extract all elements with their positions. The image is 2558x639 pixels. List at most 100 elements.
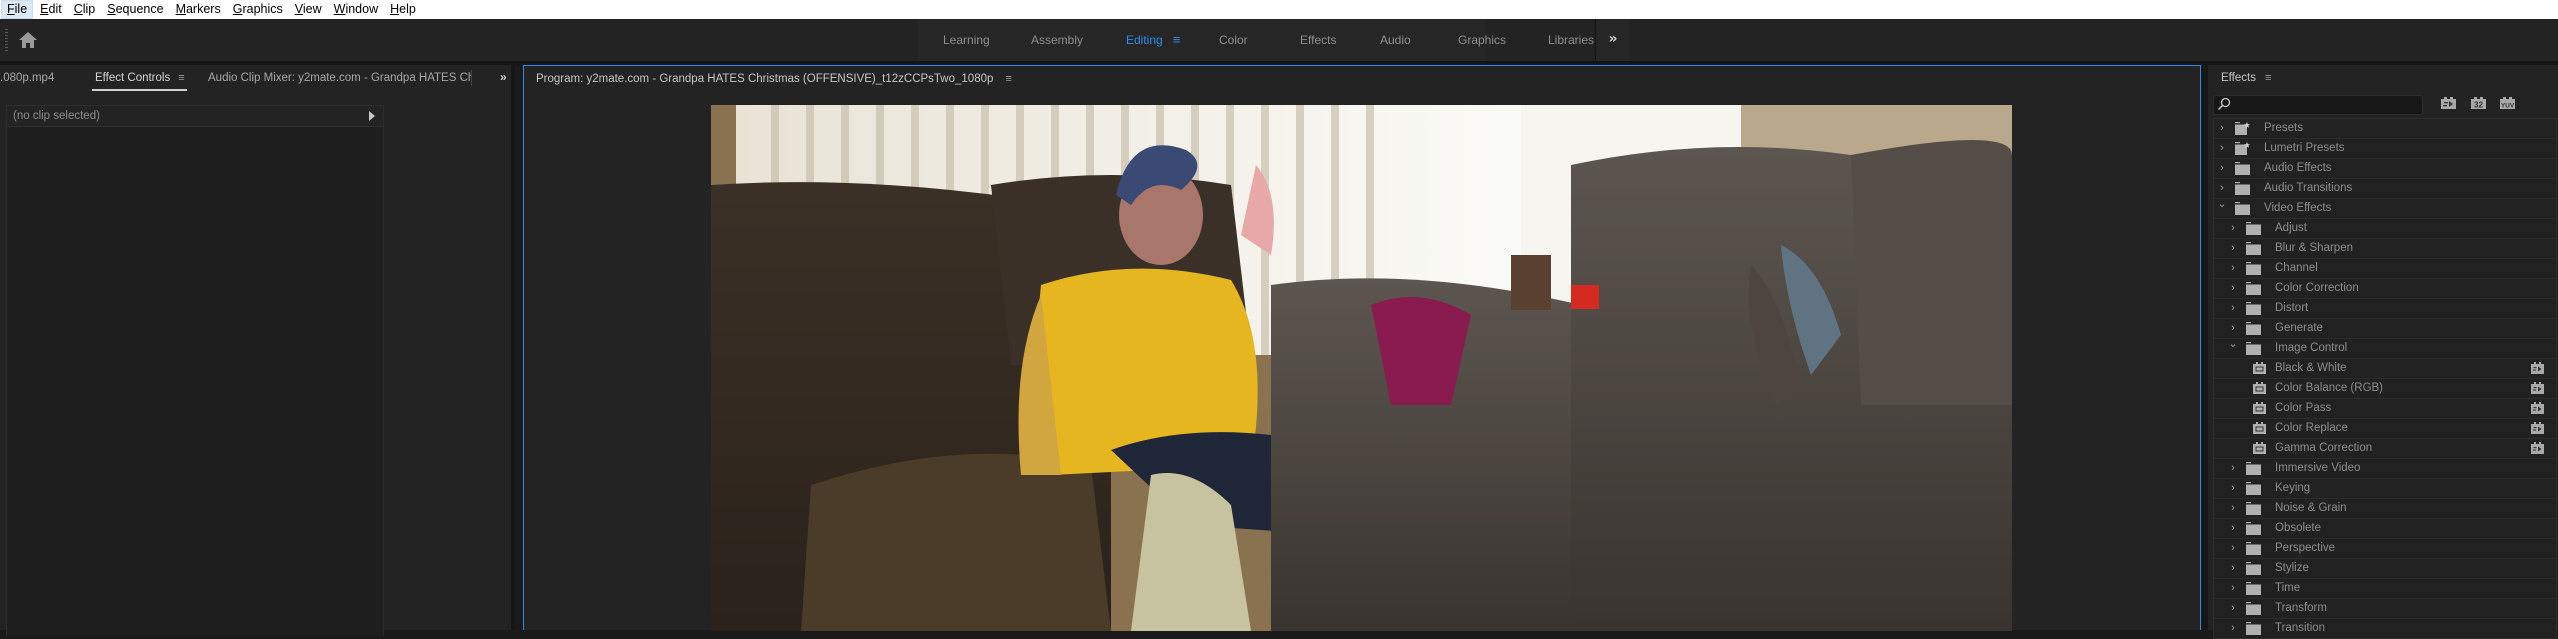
tab-effect-controls-label: Effect Controls [95, 72, 171, 84]
chevron-right-icon[interactable]: › [2228, 299, 2238, 318]
panel-menu-icon[interactable]: ≡ [1005, 73, 1011, 85]
workspace-tab-effects[interactable]: Effects [1300, 19, 1336, 61]
menu-markers[interactable]: Markers [171, 0, 226, 19]
video-frame-image [711, 105, 2012, 631]
effects-search-field[interactable] [2213, 95, 2423, 115]
chevron-right-icon[interactable]: › [2217, 139, 2227, 158]
effect-label: Transform [2275, 602, 2327, 614]
effect-folder[interactable]: › Keying [2214, 479, 2556, 499]
play-triangle-icon[interactable] [369, 111, 375, 121]
workspace-tab-editing[interactable]: Editing ≡ [1126, 19, 1180, 61]
effect-folder[interactable]: › Color Correction [2214, 279, 2556, 299]
chevron-right-icon[interactable]: › [2217, 119, 2227, 138]
menu-view[interactable]: View [290, 0, 327, 19]
chevron-right-icon[interactable]: › [2228, 279, 2238, 298]
tab-audio-clip-mixer[interactable]: Audio Clip Mixer: y2mate.com - Grandpa H… [208, 65, 471, 91]
chevron-right-icon[interactable]: › [2228, 619, 2238, 638]
workspace-tab-color[interactable]: Color [1219, 19, 1248, 61]
workspace-tab-label: Libraries [1548, 33, 1595, 47]
workspace-tab-graphics[interactable]: Graphics [1458, 19, 1506, 61]
effect-item[interactable]: Color Balance (RGB) [2214, 379, 2556, 399]
effect-folder[interactable]: › Channel [2214, 259, 2556, 279]
chevron-right-icon[interactable]: › [2228, 259, 2238, 278]
chevron-right-icon[interactable]: › [2228, 599, 2238, 618]
effect-folder[interactable]: › Lumetri Presets [2214, 139, 2556, 159]
effect-folder[interactable]: › Presets [2214, 119, 2556, 139]
yuv-filter-icon[interactable]: YUV [2499, 96, 2516, 110]
tab-effect-controls[interactable]: Effect Controls ≡ [92, 65, 187, 91]
folder-icon [2246, 242, 2261, 255]
folder-icon [2246, 522, 2261, 535]
chevron-down-icon[interactable]: ⌄ [2228, 335, 2238, 354]
effect-folder[interactable]: › Stylize [2214, 559, 2556, 579]
workspace-menu-icon[interactable]: ≡ [1173, 32, 1181, 47]
program-monitor-panel: Program: y2mate.com - Grandpa HATES Chri… [523, 65, 2201, 631]
effect-folder[interactable]: › Blur & Sharpen [2214, 239, 2556, 259]
effect-item[interactable]: Color Replace [2214, 419, 2556, 439]
search-icon [2217, 97, 2231, 111]
chevron-right-icon[interactable]: › [2228, 539, 2238, 558]
folder-icon [2246, 602, 2261, 615]
panel-divider[interactable] [2201, 65, 2208, 630]
effect-folder[interactable]: › Perspective [2214, 539, 2556, 559]
32-bit-color-filter-icon[interactable]: 32 [2470, 96, 2487, 110]
chevron-right-icon[interactable]: › [2228, 459, 2238, 478]
effect-folder[interactable]: › Audio Transitions [2214, 179, 2556, 199]
effect-folder[interactable]: › Noise & Grain [2214, 499, 2556, 519]
chevron-right-icon[interactable]: › [2228, 559, 2238, 578]
menu-clip[interactable]: Clip [69, 0, 101, 19]
panel-divider[interactable] [511, 65, 515, 630]
home-icon[interactable] [17, 29, 39, 51]
chevron-down-icon[interactable]: ⌄ [2217, 195, 2227, 214]
effects-panel: Effects ≡ 32 YUV › Presets › Lumetri Presets… [2208, 65, 2558, 639]
effect-folder[interactable]: › Audio Effects [2214, 159, 2556, 179]
menu-window[interactable]: Window [329, 0, 383, 19]
video-frame[interactable] [711, 105, 2012, 631]
effects-panel-title[interactable]: Effects ≡ [2221, 65, 2271, 91]
effects-search-input[interactable] [2234, 96, 2414, 114]
chevron-right-icon[interactable]: › [2228, 219, 2238, 238]
effect-folder[interactable]: ⌄ Video Effects [2214, 198, 2556, 219]
menu-sequence[interactable]: Sequence [102, 0, 168, 19]
effect-folder[interactable]: › Generate [2214, 319, 2556, 339]
effect-item[interactable]: Gamma Correction [2214, 439, 2556, 459]
effect-folder[interactable]: › Immersive Video [2214, 459, 2556, 479]
chevron-right-icon[interactable]: › [2228, 499, 2238, 518]
effect-folder[interactable]: ⌄ Image Control [2214, 338, 2556, 359]
drag-grip-handle[interactable] [5, 29, 8, 51]
accelerated-effects-filter-icon[interactable] [2440, 96, 2457, 110]
menu-file[interactable]: File [1, 0, 34, 19]
workspace-tab-learning[interactable]: Learning [943, 19, 990, 61]
effect-item[interactable]: Color Pass [2214, 399, 2556, 419]
menu-graphics[interactable]: Graphics [228, 0, 288, 19]
panel-menu-icon[interactable]: ≡ [2265, 72, 2271, 84]
effect-label: Time [2275, 582, 2301, 594]
workspace-tab-libraries[interactable]: Libraries [1548, 19, 1594, 61]
effect-label: Video Effects [2264, 202, 2332, 214]
folder-icon [2246, 342, 2261, 355]
tab-source-clip[interactable]: .080p.mp4 [0, 65, 54, 91]
effect-folder[interactable]: › Time [2214, 579, 2556, 599]
workspace-tab-assembly[interactable]: Assembly [1031, 19, 1083, 61]
chevron-right-icon[interactable]: › [2228, 239, 2238, 258]
panel-menu-icon[interactable]: ≡ [178, 72, 184, 84]
chevron-right-icon[interactable]: › [2228, 519, 2238, 538]
svg-text:YUV: YUV [2501, 103, 2515, 110]
workspace-tab-audio[interactable]: Audio [1380, 19, 1411, 61]
effect-folder[interactable]: › Transform [2214, 599, 2556, 619]
folder-icon [2246, 502, 2261, 515]
chevron-right-icon[interactable]: › [2217, 159, 2227, 178]
menu-help[interactable]: Help [385, 0, 421, 19]
effect-label: Obsolete [2275, 522, 2322, 534]
effect-folder[interactable]: › Obsolete [2214, 519, 2556, 539]
effect-item[interactable]: Black & White [2214, 359, 2556, 379]
chevron-right-icon[interactable]: › [2228, 479, 2238, 498]
panel-overflow-button[interactable]: » [500, 65, 507, 91]
effect-label: Gamma Correction [2275, 442, 2373, 454]
effect-folder[interactable]: › Adjust [2214, 219, 2556, 239]
effect-folder[interactable]: › Distort [2214, 299, 2556, 319]
effect-folder[interactable]: › Transition [2214, 619, 2556, 639]
chevron-right-icon[interactable]: › [2228, 579, 2238, 598]
workspace-overflow-button[interactable]: » [1595, 19, 1630, 61]
menu-edit[interactable]: Edit [35, 0, 67, 19]
